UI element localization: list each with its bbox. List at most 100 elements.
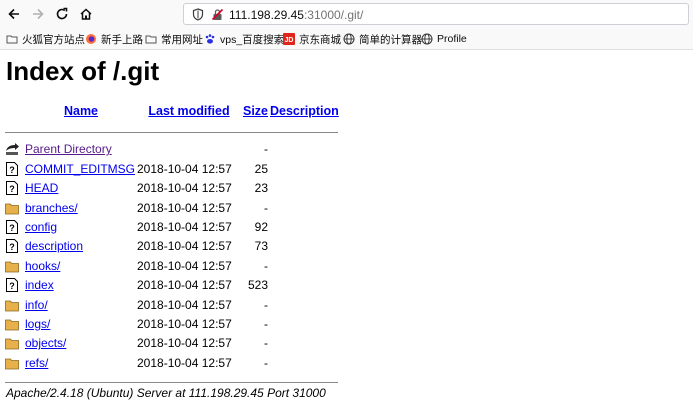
size-cell: 25 bbox=[254, 161, 268, 176]
parent-directory-link[interactable]: Parent Directory bbox=[25, 142, 112, 156]
table-row: refs/2018-10-04 12:57 - bbox=[5, 353, 340, 372]
last-modified-cell: 2018-10-04 12:57 bbox=[137, 297, 232, 312]
bookmark-common-sites[interactable]: 常用网址 bbox=[145, 31, 203, 47]
description-cell bbox=[270, 334, 340, 353]
back-arrow-icon bbox=[8, 8, 19, 20]
bookmark-calculator[interactable]: 简单的计算器 bbox=[343, 31, 422, 47]
file-link[interactable]: COMMIT_EDITMSG bbox=[25, 162, 135, 176]
reload-icon bbox=[56, 7, 68, 20]
size-cell: 523 bbox=[247, 278, 268, 293]
table-row: branches/2018-10-04 12:57 - bbox=[5, 198, 340, 217]
firefox-icon bbox=[86, 34, 96, 44]
back-arrow-icon bbox=[6, 143, 19, 156]
file-link[interactable]: config bbox=[25, 220, 57, 234]
forward-button[interactable] bbox=[28, 4, 48, 24]
home-button[interactable] bbox=[76, 4, 96, 24]
size-column-header: Size bbox=[241, 101, 270, 120]
table-row: ? index 2018-10-04 12:57 523 bbox=[5, 276, 340, 295]
last-modified-cell: 2018-10-04 12:57 bbox=[137, 181, 232, 196]
table-row: ? COMMIT_EDITMSG 2018-10-04 12:57 25 bbox=[5, 159, 340, 178]
last-modified-cell: 2018-10-04 12:57 bbox=[137, 161, 232, 176]
size-cell: 23 bbox=[254, 181, 268, 196]
folder-icon bbox=[5, 300, 19, 311]
folder-icon bbox=[5, 358, 19, 370]
size-cell: 92 bbox=[254, 220, 268, 235]
table-header-row: Name Last modified Size Description bbox=[5, 101, 340, 120]
back-button[interactable] bbox=[4, 4, 24, 24]
file-link[interactable]: logs/ bbox=[25, 317, 50, 331]
description-cell bbox=[270, 198, 340, 217]
last-modified-cell: 2018-10-04 12:57 bbox=[137, 220, 232, 235]
file-link[interactable]: objects/ bbox=[25, 336, 66, 350]
last-modified-cell: 2018-10-04 12:57 bbox=[137, 316, 232, 331]
page-title: Index of /.git bbox=[6, 56, 160, 86]
file-link[interactable]: hooks/ bbox=[25, 259, 60, 273]
sort-by-name-link[interactable]: Name bbox=[64, 104, 98, 118]
description-cell bbox=[270, 256, 340, 275]
address-bar[interactable]: 111.198.29.45:31000/.git/ bbox=[183, 3, 689, 25]
folder-icon bbox=[5, 338, 19, 350]
bookmark-firefox-official[interactable]: 火狐官方站点 bbox=[6, 31, 85, 47]
baidu-paw-icon bbox=[205, 34, 215, 44]
description-cell bbox=[270, 237, 340, 256]
globe-icon bbox=[343, 33, 355, 45]
table-row: objects/2018-10-04 12:57 - bbox=[5, 334, 340, 353]
unknown-file-icon: ? bbox=[6, 161, 18, 176]
table-row: hooks/2018-10-04 12:57 - bbox=[5, 256, 340, 275]
table-row: ? config 2018-10-04 12:57 92 bbox=[5, 217, 340, 236]
size-cell: - bbox=[264, 316, 268, 331]
description-column-header: Description bbox=[270, 101, 340, 120]
sort-by-size-link[interactable]: Size bbox=[243, 104, 268, 118]
folder-icon bbox=[6, 35, 18, 44]
file-link[interactable]: index bbox=[25, 278, 54, 292]
description-cell bbox=[270, 314, 340, 333]
bookmark-vps-baidu[interactable]: vps_百度搜索 bbox=[204, 31, 284, 47]
size-cell: - bbox=[264, 258, 268, 273]
file-link[interactable]: HEAD bbox=[25, 181, 58, 195]
bookmark-profile[interactable]: Profile bbox=[421, 31, 467, 47]
description-cell bbox=[270, 295, 340, 314]
last-modified-cell: 2018-10-04 12:57 bbox=[137, 239, 232, 254]
bookmark-getting-started[interactable]: 新手上路 bbox=[85, 31, 143, 47]
svg-text:JD: JD bbox=[285, 37, 294, 44]
bookmark-jd[interactable]: JD 京东商城 bbox=[283, 31, 341, 47]
size-cell: - bbox=[264, 336, 268, 351]
shield-icon[interactable] bbox=[192, 8, 204, 21]
svg-text:?: ? bbox=[9, 281, 15, 291]
size-cell: - bbox=[264, 355, 268, 370]
svg-text:?: ? bbox=[9, 165, 15, 175]
sort-by-description-link[interactable]: Description bbox=[270, 104, 339, 118]
svg-text:?: ? bbox=[9, 242, 15, 252]
table-row: info/2018-10-04 12:57 - bbox=[5, 295, 340, 314]
svg-text:?: ? bbox=[9, 223, 15, 233]
url-host: 111.198.29.45 bbox=[229, 8, 304, 22]
parent-directory-row: Parent Directory - bbox=[5, 140, 340, 159]
last-modified-cell: 2018-10-04 12:57 bbox=[137, 355, 232, 370]
file-link[interactable]: description bbox=[25, 239, 83, 253]
reload-button[interactable] bbox=[52, 4, 72, 24]
file-link[interactable]: info/ bbox=[25, 298, 48, 312]
description-cell bbox=[270, 217, 340, 236]
bookmark-label: 常用网址 bbox=[161, 33, 203, 46]
insecure-lock-icon[interactable] bbox=[211, 8, 224, 21]
icon-column-header bbox=[5, 101, 25, 120]
server-signature: Apache/2.4.18 (Ubuntu) Server at 111.198… bbox=[6, 386, 326, 400]
navigation-bar: 111.198.29.45:31000/.git/ bbox=[0, 0, 693, 29]
last-modified-cell: 2018-10-04 12:57 bbox=[137, 200, 232, 215]
description-cell bbox=[270, 276, 340, 295]
divider bbox=[5, 132, 338, 134]
folder-icon bbox=[5, 203, 19, 215]
table-row: logs/2018-10-04 12:57 - bbox=[5, 314, 340, 333]
sort-by-last-modified-link[interactable]: Last modified bbox=[148, 104, 229, 118]
file-link[interactable]: refs/ bbox=[25, 356, 48, 370]
url-path: :31000/.git/ bbox=[303, 8, 364, 22]
browser-chrome: 111.198.29.45:31000/.git/ 火狐官方站点 新手上路 常用… bbox=[0, 0, 693, 50]
separator-row bbox=[5, 120, 340, 139]
page-content: Index of /.git Name Last modified Size D… bbox=[0, 50, 693, 408]
file-link[interactable]: branches/ bbox=[25, 201, 78, 215]
table-row: ? description 2018-10-04 12:57 73 bbox=[5, 237, 340, 256]
unknown-file-icon: ? bbox=[6, 239, 18, 254]
folder-icon bbox=[145, 35, 157, 44]
description-cell bbox=[270, 159, 340, 178]
bookmark-label: 新手上路 bbox=[101, 33, 143, 46]
